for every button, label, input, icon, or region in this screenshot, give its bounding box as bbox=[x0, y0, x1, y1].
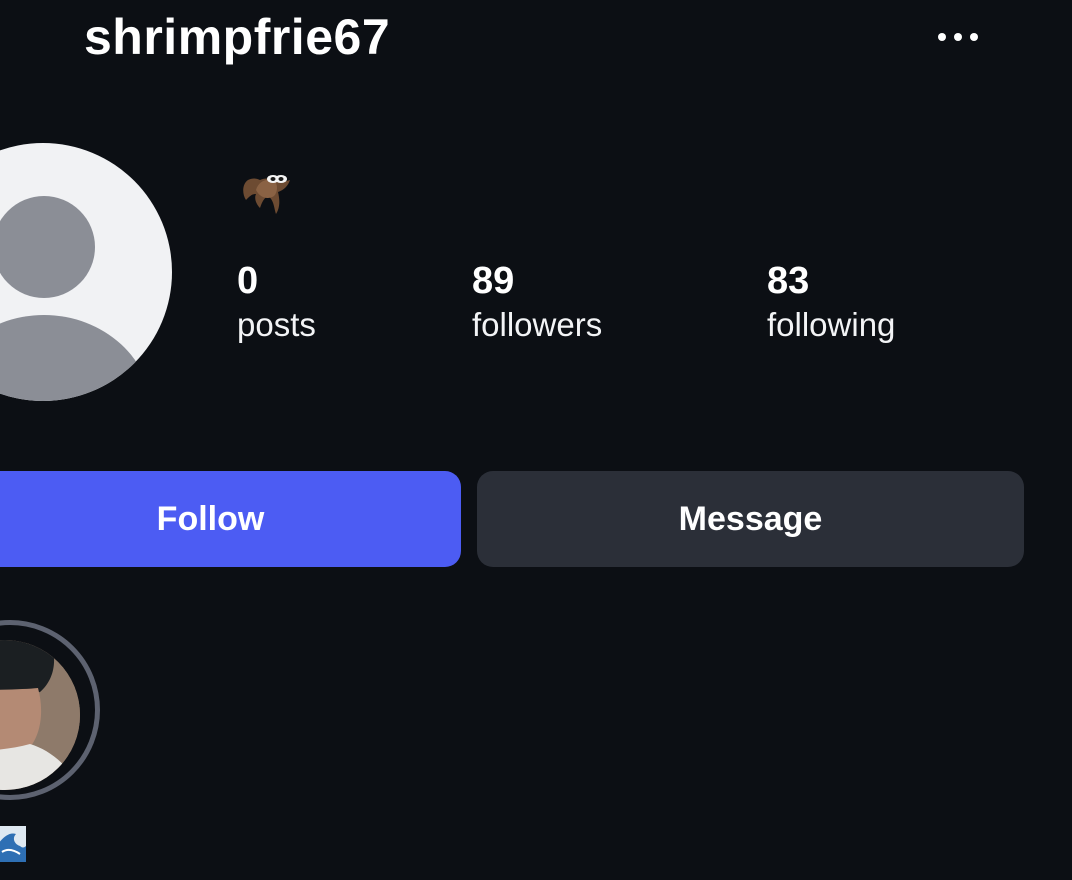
followers-stat[interactable]: 89 followers bbox=[472, 258, 602, 346]
following-stat[interactable]: 83 following bbox=[767, 258, 895, 346]
followers-count: 89 bbox=[472, 260, 515, 302]
more-horizontal-icon bbox=[938, 33, 946, 41]
more-dot bbox=[970, 33, 978, 41]
posts-label: posts bbox=[237, 306, 316, 343]
bat-emoji-icon bbox=[243, 175, 290, 214]
profile-avatar[interactable] bbox=[0, 143, 172, 401]
more-dot bbox=[954, 33, 962, 41]
wave-emoji-icon bbox=[0, 826, 26, 862]
default-avatar-icon bbox=[0, 196, 95, 298]
profile-username: shrimpfrie67 bbox=[84, 9, 391, 65]
following-label: following bbox=[767, 306, 896, 343]
message-button[interactable]: Message bbox=[477, 471, 1024, 567]
profile-screen: shrimpfrie67 0 posts 89 followers 83 fol… bbox=[0, 0, 1072, 880]
following-count: 83 bbox=[767, 260, 810, 302]
avatar-body-shape bbox=[0, 315, 153, 401]
posts-count: 0 bbox=[237, 260, 259, 302]
posts-stat: 0 posts bbox=[237, 258, 316, 346]
follow-button[interactable]: Follow bbox=[0, 471, 461, 567]
followers-label: followers bbox=[472, 306, 603, 343]
more-options-button[interactable] bbox=[928, 22, 988, 52]
